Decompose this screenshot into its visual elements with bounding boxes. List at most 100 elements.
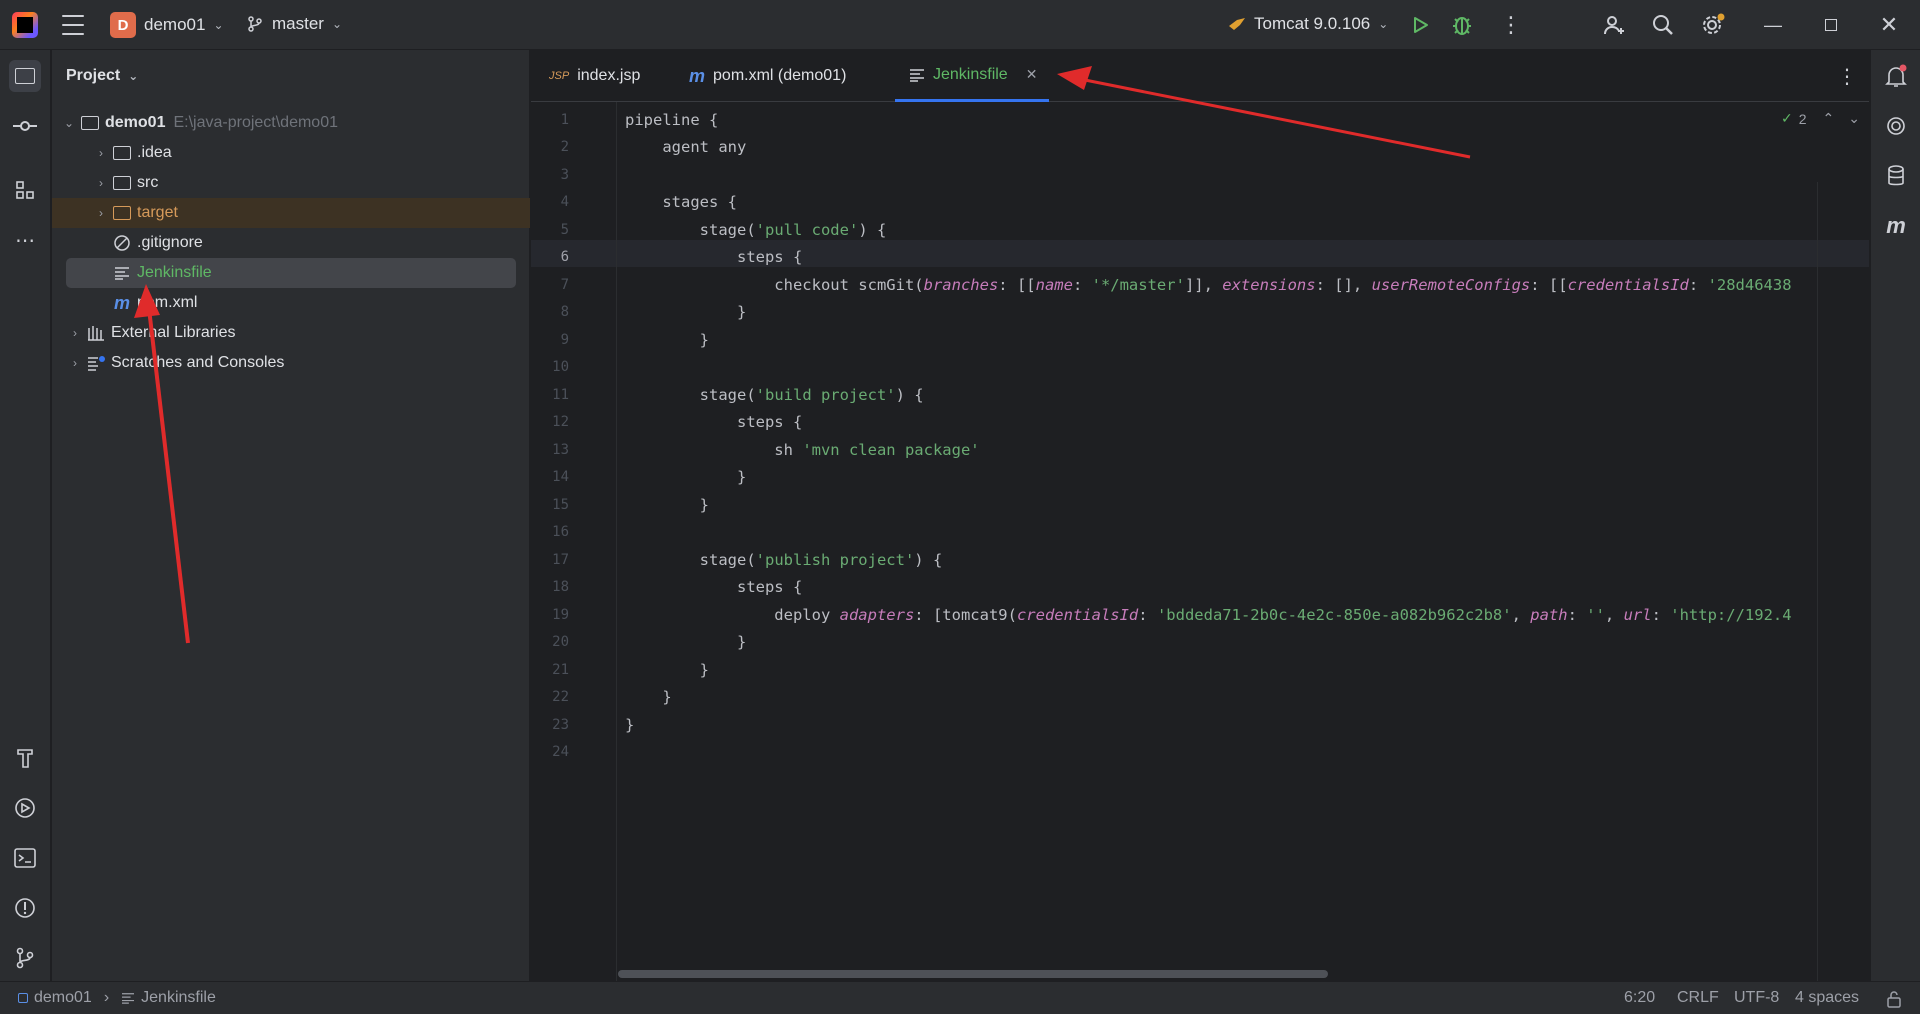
chevron-down-icon[interactable]: ⌄ bbox=[1848, 110, 1860, 127]
code-line: } bbox=[625, 716, 635, 734]
line-number-gutter: 1 2 3 4 5 6 7 8 9 10 11 12 13 14 15 16 1… bbox=[531, 102, 616, 981]
commit-icon[interactable] bbox=[9, 110, 41, 142]
tab-jenkinsfile[interactable]: Jenkinsfile ✕ bbox=[895, 50, 1049, 102]
status-bar: demo01 › Jenkinsfile 6:20 CRLF UTF-8 4 s… bbox=[0, 981, 1920, 1014]
code-line: } bbox=[625, 468, 747, 486]
code-line: stage('pull code') { bbox=[625, 221, 887, 239]
chevron-down-icon: ⌄ bbox=[213, 18, 224, 32]
tree-item-gitignore[interactable]: .gitignore bbox=[52, 228, 530, 258]
settings-gear-icon[interactable] bbox=[1700, 12, 1726, 38]
code-line: sh 'mvn clean package' bbox=[625, 441, 980, 459]
search-icon[interactable] bbox=[1651, 13, 1675, 37]
chevron-up-icon[interactable]: ⌃ bbox=[1823, 110, 1835, 127]
editor-tabs: JSP index.jsp m pom.xml (demo01) Jenkins… bbox=[531, 50, 1869, 102]
branch-switcher[interactable]: master ⌄ bbox=[246, 14, 342, 34]
build-hammer-icon[interactable] bbox=[9, 742, 41, 774]
line-number: 8 bbox=[560, 304, 569, 320]
code-line: stage('publish project') { bbox=[625, 551, 943, 569]
folder-icon bbox=[112, 174, 132, 192]
project-panel-header[interactable]: Project ⌄ bbox=[52, 50, 529, 102]
more-actions-icon[interactable]: ⋮ bbox=[1500, 12, 1522, 38]
module-icon bbox=[18, 993, 28, 1003]
services-icon[interactable] bbox=[9, 792, 41, 824]
tab-options-icon[interactable]: ⋮ bbox=[1837, 64, 1857, 89]
ai-assistant-icon[interactable] bbox=[1880, 110, 1912, 142]
line-number: 9 bbox=[560, 332, 569, 348]
library-icon bbox=[86, 324, 106, 342]
text-file-icon bbox=[112, 264, 132, 282]
tree-item-label: Scratches and Consoles bbox=[111, 354, 285, 371]
code-line: deploy adapters: [tomcat9(credentialsId:… bbox=[625, 606, 1792, 624]
line-number: 13 bbox=[552, 442, 569, 458]
code-editor[interactable]: pipeline { agent any stages { stage('pul… bbox=[616, 102, 1831, 981]
right-margin-guide bbox=[1817, 182, 1818, 981]
right-tool-bar: m bbox=[1870, 50, 1920, 981]
debug-icon[interactable] bbox=[1451, 13, 1473, 37]
intellij-logo-icon[interactable] bbox=[12, 12, 38, 38]
line-number: 20 bbox=[552, 634, 569, 650]
line-number: 23 bbox=[552, 717, 569, 733]
tree-item-jenkinsfile[interactable]: Jenkinsfile bbox=[66, 258, 516, 288]
run-config-name: Tomcat 9.0.106 bbox=[1254, 14, 1371, 33]
tree-item-idea[interactable]: › .idea bbox=[52, 138, 530, 168]
maven-tool-icon[interactable]: m bbox=[1880, 210, 1912, 242]
code-line: steps { bbox=[625, 578, 803, 596]
excluded-folder-icon bbox=[112, 204, 132, 222]
tree-item-external-libraries[interactable]: › External Libraries bbox=[52, 318, 530, 348]
add-user-icon[interactable] bbox=[1602, 13, 1626, 37]
tree-item-src[interactable]: › src bbox=[52, 168, 530, 198]
notifications-bell-icon[interactable] bbox=[1880, 60, 1912, 92]
tab-label: index.jsp bbox=[577, 67, 641, 84]
chevron-down-icon: ⌄ bbox=[331, 17, 343, 31]
maven-icon: m bbox=[113, 292, 130, 313]
project-tool-folder-icon[interactable] bbox=[9, 60, 41, 92]
database-icon[interactable] bbox=[1880, 160, 1912, 192]
indent-setting[interactable]: 4 spaces bbox=[1795, 989, 1859, 1007]
project-path: E:\java-project\demo01 bbox=[173, 114, 338, 131]
git-icon[interactable] bbox=[9, 942, 41, 974]
restore-button[interactable] bbox=[1802, 0, 1860, 50]
line-number: 11 bbox=[552, 387, 569, 403]
structure-icon[interactable] bbox=[9, 174, 41, 206]
line-separator[interactable]: CRLF bbox=[1677, 989, 1719, 1007]
chevron-down-icon: ⌄ bbox=[63, 116, 75, 130]
run-config-selector[interactable]: Tomcat 9.0.106 ⌄ bbox=[1228, 14, 1388, 34]
tree-item-demo01[interactable]: ⌄ demo01 E:\java-project\demo01 bbox=[52, 108, 530, 138]
jsp-file-icon: JSP bbox=[549, 70, 570, 82]
maven-icon: m bbox=[689, 65, 706, 86]
code-line: agent any bbox=[625, 138, 747, 156]
problems-icon[interactable] bbox=[9, 892, 41, 924]
tree-item-label: .gitignore bbox=[137, 234, 203, 251]
tree-item-label: .idea bbox=[137, 144, 172, 161]
breadcrumb-file[interactable]: Jenkinsfile bbox=[141, 989, 216, 1007]
run-icon[interactable] bbox=[1410, 15, 1430, 35]
close-tab-icon[interactable]: ✕ bbox=[1026, 66, 1038, 83]
tree-item-target[interactable]: › target bbox=[52, 198, 530, 228]
tree-item-label: target bbox=[137, 204, 178, 221]
breadcrumb-project[interactable]: demo01 bbox=[34, 989, 92, 1007]
close-window-button[interactable]: ✕ bbox=[1860, 0, 1918, 50]
lock-icon[interactable] bbox=[1886, 990, 1902, 1008]
ignore-file-icon bbox=[112, 234, 132, 252]
project-panel-title: Project bbox=[66, 67, 121, 84]
inspection-widget[interactable]: ✓ 2 ⌃ ⌄ bbox=[1781, 110, 1860, 127]
tab-index-jsp[interactable]: JSP index.jsp bbox=[549, 50, 640, 102]
line-number: 24 bbox=[552, 744, 569, 760]
chevron-right-icon: › bbox=[99, 206, 103, 220]
caret-position[interactable]: 6:20 bbox=[1624, 989, 1655, 1007]
folder-icon bbox=[112, 144, 132, 162]
git-branch-icon bbox=[248, 16, 262, 32]
horizontal-scrollbar[interactable] bbox=[618, 970, 1328, 978]
main-menu-icon[interactable] bbox=[62, 15, 84, 35]
minimize-button[interactable]: — bbox=[1744, 0, 1802, 50]
tree-item-pom[interactable]: m pom.xml bbox=[52, 288, 530, 318]
project-switcher[interactable]: D demo01 ⌄ bbox=[110, 12, 224, 38]
terminal-icon[interactable] bbox=[9, 842, 41, 874]
tree-item-label: Jenkinsfile bbox=[137, 264, 212, 281]
file-encoding[interactable]: UTF-8 bbox=[1734, 989, 1779, 1007]
chevron-right-icon: › bbox=[73, 356, 77, 370]
left-tool-bar: ⋯ bbox=[0, 50, 51, 981]
more-tools-icon[interactable]: ⋯ bbox=[9, 224, 41, 256]
tree-item-scratches[interactable]: › Scratches and Consoles bbox=[52, 348, 530, 378]
tab-pom-xml[interactable]: m pom.xml (demo01) bbox=[689, 50, 846, 102]
